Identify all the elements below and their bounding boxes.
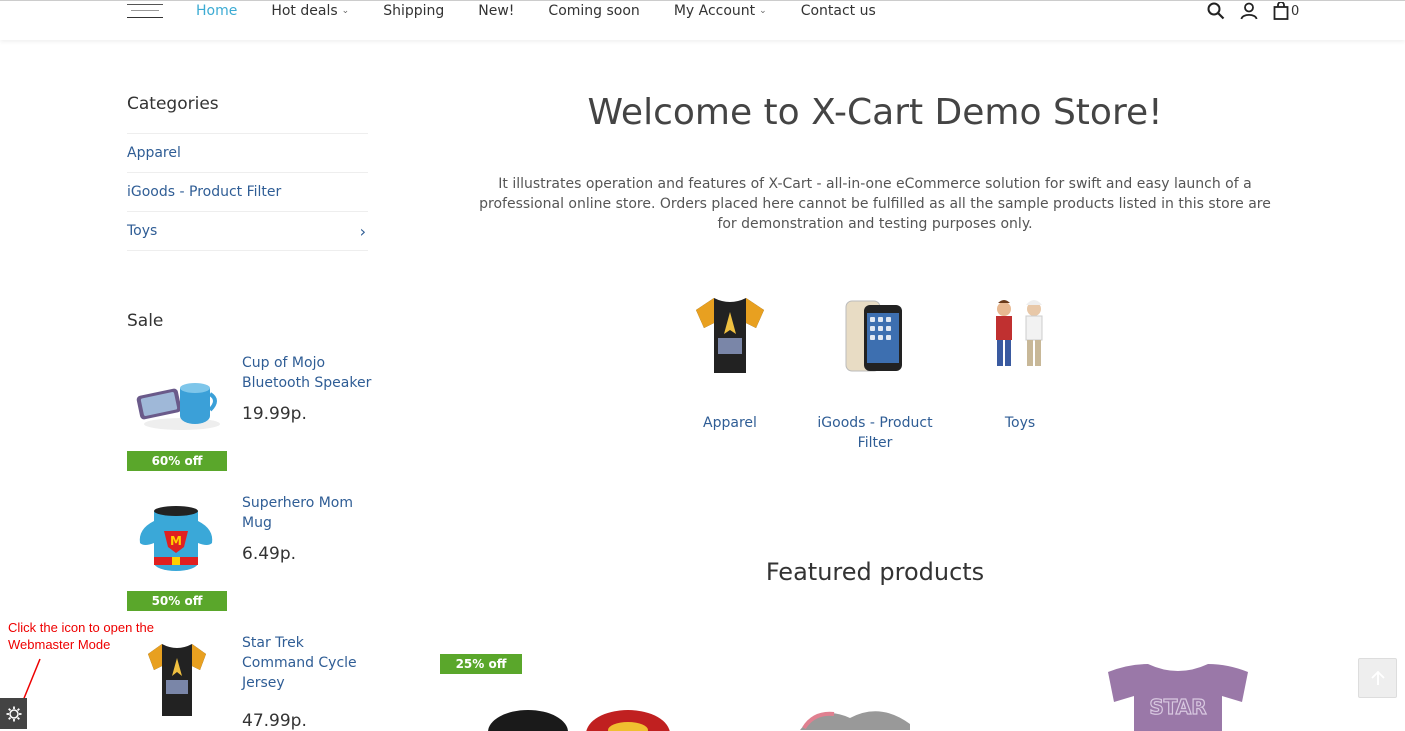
webmaster-hint: Click the icon to open the Webmaster Mod… — [8, 620, 154, 652]
product-price: 19.99р. — [242, 404, 307, 424]
category-tile-igoods[interactable]: iGoods - Product Filter — [815, 287, 935, 453]
cart-count[interactable]: 0 — [1291, 4, 1299, 19]
nav-new[interactable]: New! — [478, 2, 514, 20]
category-image-toys[interactable] — [972, 287, 1068, 383]
sale-badge: 25% off — [440, 654, 522, 674]
nav-my-account[interactable]: My Account ⌄ — [674, 2, 767, 20]
search-icon[interactable] — [1207, 2, 1225, 20]
category-tile-label[interactable]: iGoods - Product Filter — [815, 413, 935, 453]
chevron-down-icon: ⌄ — [341, 6, 350, 16]
chevron-down-icon: ⌄ — [759, 6, 767, 16]
nav-shipping[interactable]: Shipping — [383, 2, 444, 20]
category-tile-toys[interactable]: Toys — [960, 287, 1080, 433]
sale-item: 60% off Cup of Mojo Bluetooth Speaker 19… — [127, 353, 371, 478]
featured-product-image[interactable] — [790, 700, 930, 731]
nav-hot-deals[interactable]: Hot deals ⌄ — [271, 2, 349, 20]
product-link[interactable]: Cup of Mojo Bluetooth Speaker — [242, 353, 372, 393]
top-header: Home Hot deals ⌄ Shipping New! Coming soo… — [0, 0, 1405, 40]
sale-item: M 50% off Superhero Mom Mug 6.49р. — [127, 493, 368, 618]
intro-text: It illustrates operation and features of… — [479, 176, 1271, 232]
sale-badge: 50% off — [127, 591, 227, 611]
webmaster-mode-button[interactable] — [0, 698, 27, 729]
product-link[interactable]: Star Trek Command Cycle Jersey — [242, 633, 372, 693]
category-tile-label[interactable]: Apparel — [670, 413, 790, 433]
svg-text:STAR: STAR — [1149, 695, 1206, 719]
gear-icon — [6, 706, 21, 721]
category-list: Apparel iGoods - Product Filter Toys › — [127, 133, 368, 251]
product-link[interactable]: Superhero Mom Mug — [242, 493, 372, 533]
category-tile-apparel[interactable]: Apparel — [670, 287, 790, 433]
sale-badge: 60% off — [127, 451, 227, 471]
nav-contact-us[interactable]: Contact us — [801, 2, 876, 20]
categories-title: Categories — [127, 94, 219, 114]
product-price: 6.49р. — [242, 544, 297, 564]
featured-products-title: Featured products — [765, 558, 985, 586]
nav-coming-soon[interactable]: Coming soon — [548, 2, 639, 20]
sale-item: Star Trek Command Cycle Jersey 47.99р. — [127, 633, 368, 731]
arrow-up-icon — [1370, 670, 1385, 685]
product-price: 47.99р. — [242, 711, 307, 731]
user-icon[interactable] — [1240, 2, 1258, 20]
featured-product-image[interactable] — [478, 700, 698, 731]
main-nav: Home Hot deals ⌄ Shipping New! Coming soo… — [196, 1, 910, 21]
bag-icon[interactable] — [1273, 2, 1289, 20]
category-image-igoods[interactable] — [827, 287, 923, 383]
featured-product-image[interactable]: STAR — [1088, 662, 1268, 731]
svg-text:M: M — [170, 534, 182, 548]
nav-home[interactable]: Home — [196, 2, 237, 20]
category-tile-label[interactable]: Toys — [960, 413, 1080, 433]
category-item-toys[interactable]: Toys › — [127, 212, 368, 251]
category-item-igoods[interactable]: iGoods - Product Filter — [127, 173, 368, 212]
page-title: Welcome to X-Cart Demo Store! — [587, 92, 1163, 133]
category-item-apparel[interactable]: Apparel — [127, 134, 368, 173]
chevron-right-icon[interactable]: › — [360, 222, 366, 241]
store-logo[interactable] — [127, 1, 163, 19]
product-image-mug[interactable]: M — [127, 493, 227, 589]
back-to-top-button[interactable] — [1358, 658, 1397, 698]
product-image-speaker[interactable] — [127, 353, 227, 449]
category-image-apparel[interactable] — [682, 287, 778, 383]
sale-title: Sale — [127, 311, 164, 331]
